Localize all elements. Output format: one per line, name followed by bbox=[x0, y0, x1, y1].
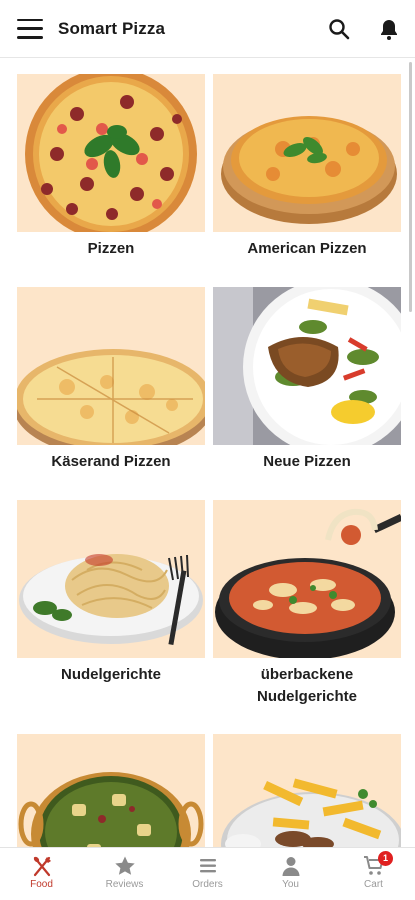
nav-item-food[interactable]: Food bbox=[0, 848, 83, 900]
nav-label: Reviews bbox=[105, 879, 144, 890]
person-icon bbox=[282, 857, 299, 876]
top-app-bar: Somart Pizza bbox=[0, 0, 415, 58]
category-card-neue-pizzen[interactable]: Neue Pizzen bbox=[213, 287, 401, 473]
app-screen: Somart Pizza Pizzen American Pizzen Käse… bbox=[0, 0, 415, 900]
gyros-plate-image bbox=[213, 734, 401, 848]
nav-item-you[interactable]: You bbox=[249, 848, 332, 900]
nav-label: Orders bbox=[192, 879, 223, 890]
fork-knife-icon bbox=[33, 856, 51, 877]
cart-count-badge: 1 bbox=[378, 851, 393, 866]
nav-item-orders[interactable]: Orders bbox=[166, 848, 249, 900]
category-card-ueberbackene-nudelgerichte[interactable]: überbackene Nudelgerichte bbox=[213, 500, 401, 708]
hamburger-menu-icon[interactable] bbox=[17, 18, 43, 39]
category-card-american-pizzen[interactable]: American Pizzen bbox=[213, 74, 401, 260]
category-card-nudelgerichte[interactable]: Nudelgerichte bbox=[17, 500, 205, 686]
category-label: Nudelgerichte bbox=[60, 666, 162, 683]
category-label: Neue Pizzen bbox=[263, 453, 351, 470]
pizza-image bbox=[17, 74, 205, 232]
app-title: Somart Pizza bbox=[58, 18, 166, 38]
category-label: Pizzen bbox=[87, 240, 135, 257]
pizza-image bbox=[17, 287, 205, 445]
category-card[interactable] bbox=[17, 734, 205, 848]
curry-image bbox=[17, 734, 205, 848]
nav-label: You bbox=[282, 879, 299, 890]
scrollbar[interactable] bbox=[409, 62, 412, 312]
nav-label: Food bbox=[30, 879, 53, 890]
category-list[interactable]: Pizzen American Pizzen Käserand Pizzen N… bbox=[0, 58, 415, 848]
bottom-navigation: Food Reviews Orders You 1 Cart bbox=[0, 847, 415, 900]
category-card-kaeserand-pizzen[interactable]: Käserand Pizzen bbox=[17, 287, 205, 473]
category-label: American Pizzen bbox=[247, 240, 367, 257]
pasta-image bbox=[17, 500, 205, 658]
list-icon bbox=[199, 859, 216, 873]
nav-item-cart[interactable]: 1 Cart bbox=[332, 848, 415, 900]
dish-image bbox=[213, 287, 401, 445]
pasta-bake-image bbox=[213, 500, 401, 658]
bell-icon[interactable] bbox=[377, 17, 401, 41]
search-icon[interactable] bbox=[327, 17, 351, 41]
category-label: Käserand Pizzen bbox=[51, 453, 171, 470]
category-label: überbackene Nudelgerichte bbox=[256, 666, 358, 705]
nav-item-reviews[interactable]: Reviews bbox=[83, 848, 166, 900]
nav-label: Cart bbox=[364, 879, 383, 890]
category-card-pizzen[interactable]: Pizzen bbox=[17, 74, 205, 260]
star-icon bbox=[114, 856, 135, 875]
category-card[interactable] bbox=[213, 734, 401, 848]
pizza-image bbox=[213, 74, 401, 232]
